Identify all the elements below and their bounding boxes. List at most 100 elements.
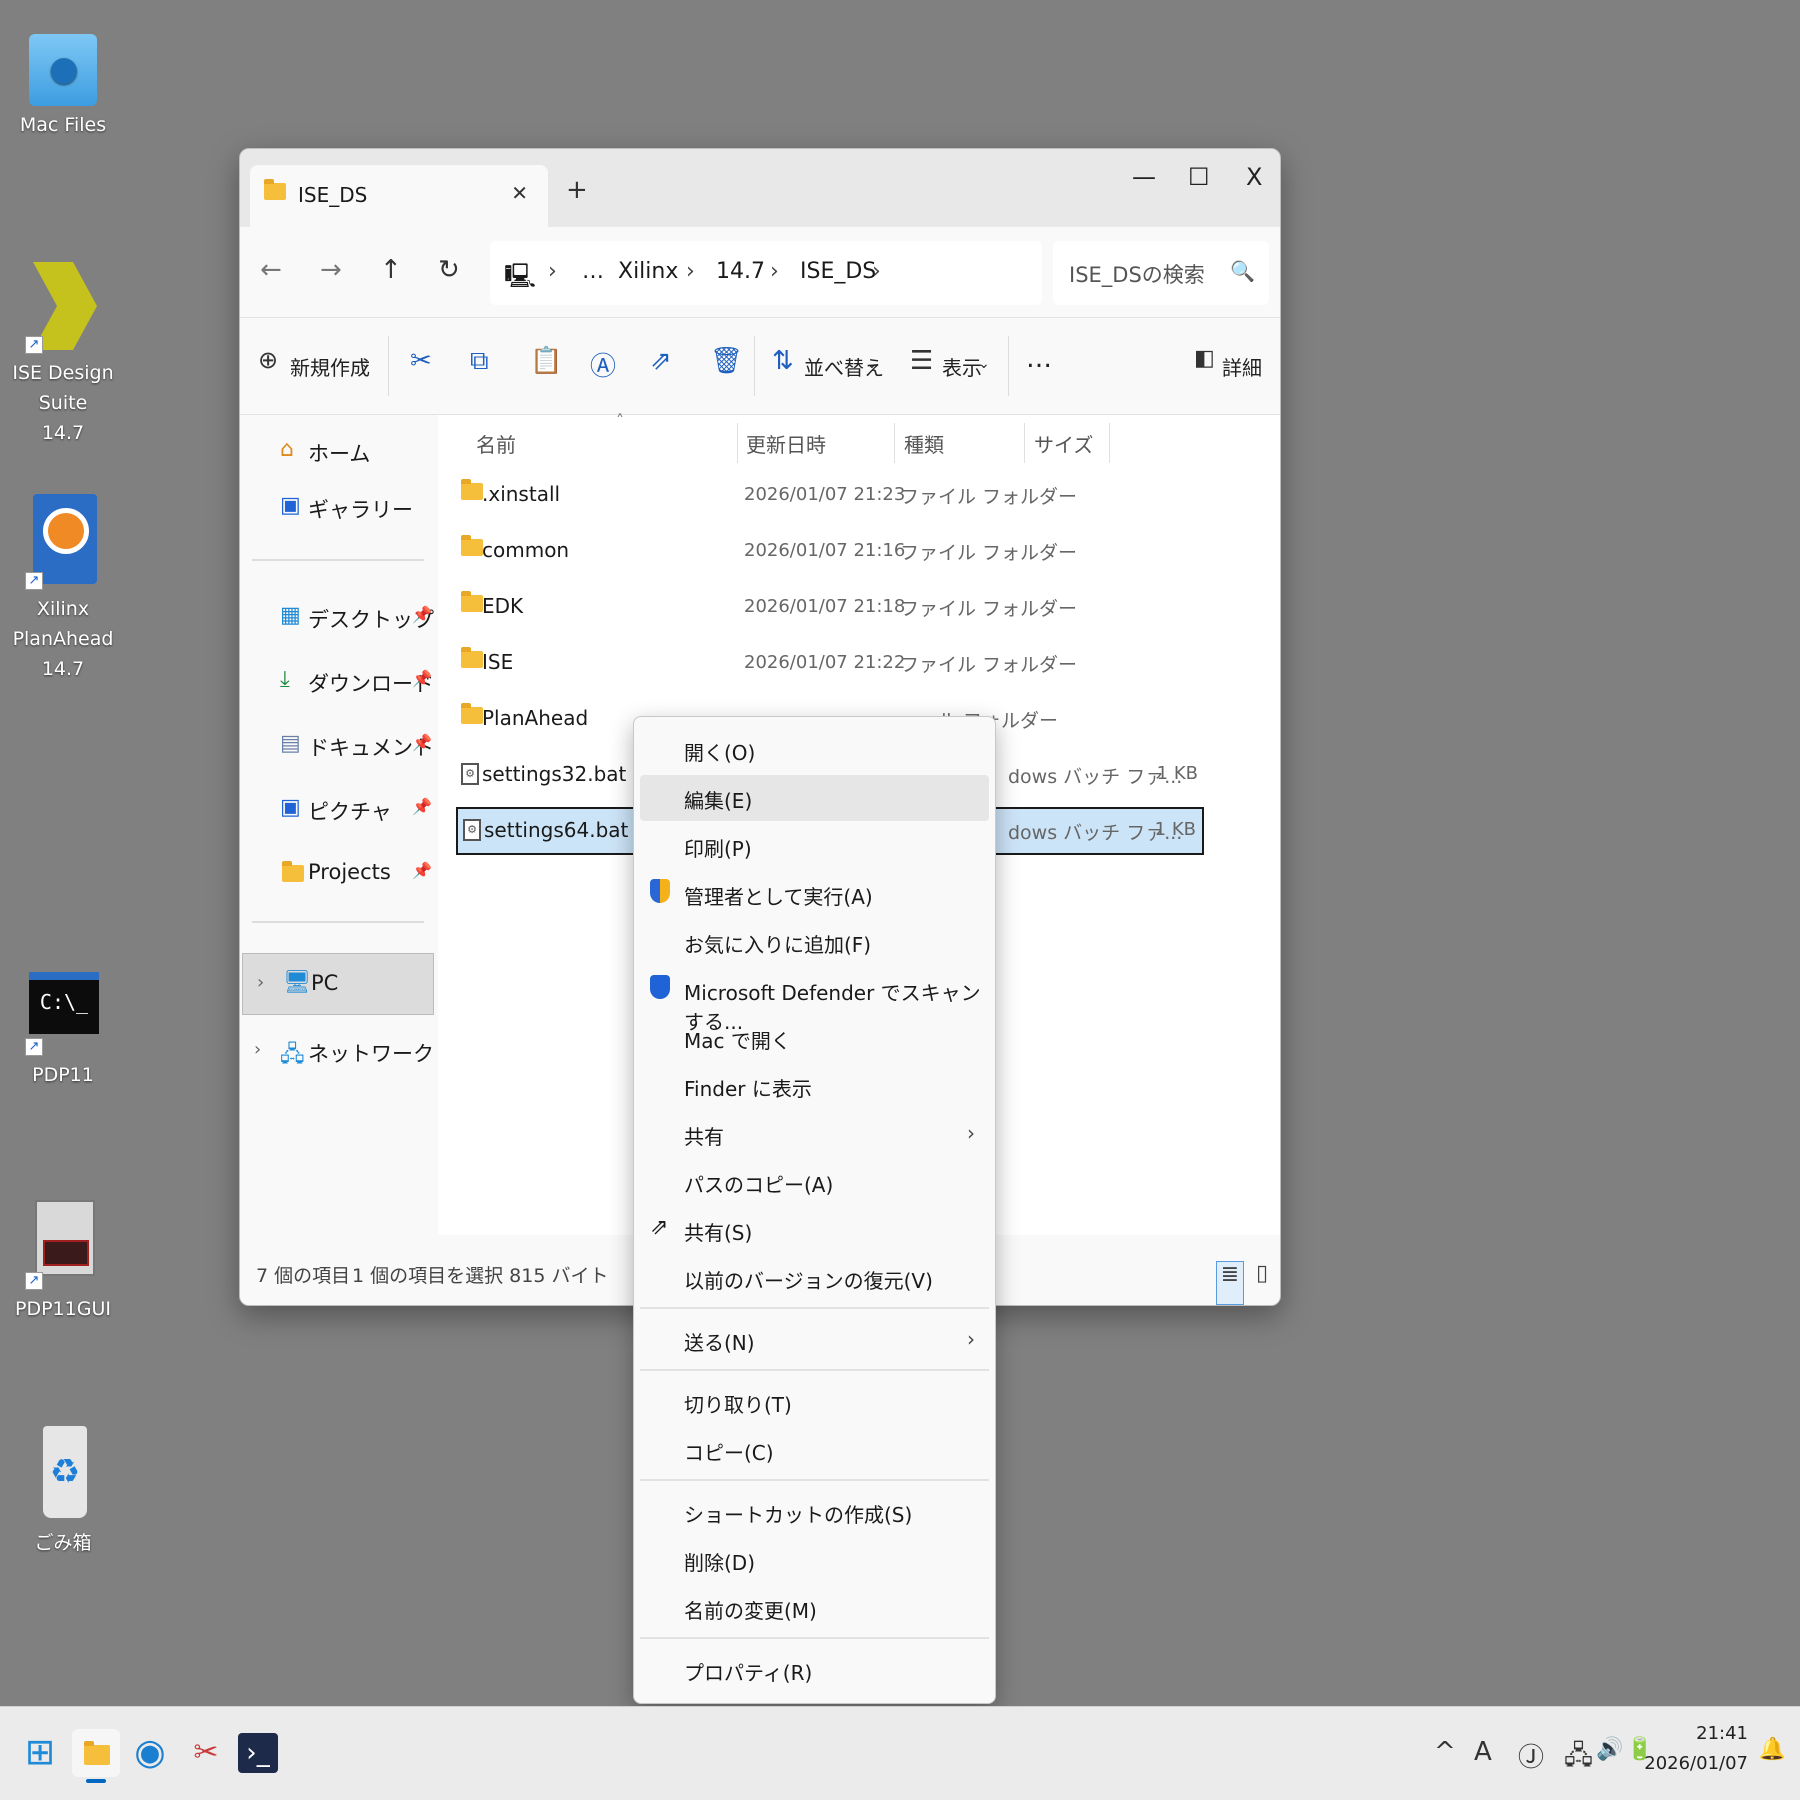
sidebar-item-downloads[interactable]: ⤓ ダウンロード 📌 [240,655,438,707]
table-row[interactable]: common 2026/01/07 21:16 ファイル フォルダー [456,527,1204,575]
breadcrumb-ise-ds[interactable]: ISE_DS [800,259,876,284]
up-arrow-icon[interactable]: ↑ [380,255,402,285]
network-icon: 🖧 [280,1042,305,1067]
cmd-icon: C:\_ ↗ [23,960,103,1056]
menu-item-delete[interactable]: 削除(D) [640,1537,989,1583]
chevron-right-icon[interactable]: › [254,1039,261,1060]
chevron-right-icon[interactable]: › [257,972,264,993]
breadcrumb-xilinx[interactable]: Xilinx [618,259,678,284]
close-button[interactable]: X [1246,163,1262,191]
sidebar-item-pictures[interactable]: ▣ ピクチャ 📌 [240,783,438,835]
forward-arrow-icon[interactable]: → [320,255,342,285]
more-options-button[interactable]: … [1026,344,1052,374]
pdp11gui-icon: ↗ [23,1190,103,1290]
view-button[interactable]: 表示 [942,352,982,381]
system-clock[interactable]: 21:41 2026/01/07 [1644,1719,1748,1779]
pin-icon[interactable]: 📌 [412,797,432,816]
menu-item-run-as-admin[interactable]: 管理者として実行(A) [640,871,989,917]
menu-item-restore-versions[interactable]: 以前のバージョンの復元(V) [640,1255,989,1301]
taskbar-file-explorer[interactable] [72,1729,120,1783]
table-row[interactable]: .xinstall 2026/01/07 21:23 ファイル フォルダー [456,471,1204,519]
refresh-icon[interactable]: ↻ [438,255,460,285]
chevron-down-icon: ⌄ [978,356,990,372]
sidebar-item-label: ギャラリー [308,498,413,522]
column-header-name[interactable]: 名前 [476,429,516,458]
menu-item-cut[interactable]: 切り取り(T) [640,1379,989,1425]
desktop-icon-pdp11[interactable]: C:\_ ↗ PDP11 [0,960,126,1090]
delete-icon[interactable]: 🗑 [710,346,743,376]
details-view-icon[interactable]: ≣ [1216,1261,1244,1305]
menu-item-copy-path[interactable]: パスのコピー(A) [640,1159,989,1205]
menu-item-open[interactable]: 開く(O) [640,727,989,773]
pin-icon[interactable]: 📌 [412,733,432,752]
network-icon[interactable]: 🖧 [1564,1737,1593,1781]
details-button[interactable]: 詳細 [1222,352,1262,381]
menu-item-add-favorite[interactable]: お気に入りに追加(F) [640,919,989,965]
menu-item-properties[interactable]: プロパティ(R) [640,1647,989,1693]
menu-item-create-shortcut[interactable]: ショートカットの作成(S) [640,1489,989,1535]
sidebar-item-gallery[interactable]: ▣ ギャラリー [240,481,438,533]
menu-item-open-on-mac[interactable]: Mac で開く [640,1015,989,1061]
share-icon: ⇗ [650,1215,669,1240]
details-pane-icon: ◧ [1194,346,1215,371]
table-row[interactable]: EDK 2026/01/07 21:18 ファイル フォルダー [456,583,1204,631]
show-hidden-icons-chevron[interactable]: ^ [1434,1737,1456,1767]
menu-item-defender-scan[interactable]: Microsoft Defender でスキャンする... [640,967,989,1034]
tab-close-icon[interactable]: ✕ [511,181,528,205]
minimize-button[interactable]: — [1132,163,1156,191]
menu-item-send-to[interactable]: 送る(N) › [640,1317,989,1363]
sidebar-item-desktop[interactable]: ▦ デスクトップ 📌 [240,591,438,643]
table-row[interactable]: ISE 2026/01/07 21:22 ファイル フォルダー [456,639,1204,687]
pin-icon[interactable]: 📌 [412,669,432,688]
notification-bell-icon[interactable]: 🔔 [1759,1737,1786,1762]
rename-icon[interactable]: Ⓐ [590,346,616,383]
powershell-icon[interactable]: ›_ [238,1733,278,1773]
navigation-pane: ⌂ ホーム ▣ ギャラリー ▦ デスクトップ 📌 ⤓ ダウンロード 📌 ▤ ドキ… [240,415,438,1235]
sidebar-item-pc[interactable]: › 🖥 PC [242,953,434,1015]
ime-indicator[interactable]: A [1474,1737,1492,1767]
menu-item-share-submenu[interactable]: 共有 › [640,1111,989,1157]
desktop-icon-recycle-bin[interactable]: ♻ ごみ箱 [0,1420,126,1558]
desktop-icon-pdp11gui[interactable]: ↗ PDP11GUI [0,1190,126,1324]
share-icon[interactable]: ⇗ [650,346,672,376]
menu-item-show-in-finder[interactable]: Finder に表示 [640,1063,989,1109]
new-tab-button[interactable]: + [566,175,588,205]
edge-browser-icon[interactable]: ◉ [126,1729,174,1777]
column-header-type[interactable]: 種類 [904,429,944,458]
paste-icon[interactable]: 📋 [530,346,562,376]
breadcrumb-14-7[interactable]: 14.7 [716,259,765,284]
tiles-view-icon[interactable]: ▯ [1248,1261,1276,1305]
cut-icon[interactable]: ✂ [410,346,432,376]
tab-ise-ds[interactable]: ISE_DS ✕ [250,165,548,227]
desktop-icon-ise-design-suite[interactable]: ↗ ISE Design Suite 14.7 [0,260,126,448]
documents-icon: ▤ [280,731,301,756]
sidebar-item-network[interactable]: › 🖧 ネットワーク [240,1025,438,1077]
desktop-icon-planahead[interactable]: ↗ Xilinx PlanAhead 14.7 [0,490,126,684]
sidebar-item-documents[interactable]: ▤ ドキュメント 📌 [240,719,438,771]
sidebar-item-home[interactable]: ⌂ ホーム [240,425,438,477]
ime-mode-icon[interactable]: Ⓙ [1518,1737,1544,1774]
pin-icon[interactable]: 📌 [412,861,432,880]
menu-item-rename[interactable]: 名前の変更(M) [640,1585,989,1631]
start-button[interactable]: ⊞ [16,1729,64,1777]
volume-icon[interactable]: 🔊 [1596,1737,1623,1762]
copy-icon[interactable]: ⧉ [470,346,489,377]
breadcrumb-overflow[interactable]: … [582,259,604,284]
menu-item-share[interactable]: ⇗ 共有(S) [640,1207,989,1253]
back-arrow-icon[interactable]: ← [260,255,282,285]
maximize-button[interactable]: ☐ [1188,163,1210,191]
desktop-icon-mac-files[interactable]: ● Mac Files [0,26,126,140]
column-header-size[interactable]: サイズ [1034,429,1093,458]
sidebar-item-projects[interactable]: Projects 📌 [240,847,438,899]
menu-item-print[interactable]: 印刷(P) [640,823,989,869]
menu-item-edit[interactable]: 編集(E) [640,775,989,821]
search-box[interactable]: ISE_DSの検索 🔍 [1053,241,1269,305]
new-button[interactable]: 新規作成 [290,352,370,381]
breadcrumb-separator[interactable]: › [872,259,881,284]
column-header-modified[interactable]: 更新日時 [746,429,826,458]
menu-item-copy[interactable]: コピー(C) [640,1427,989,1473]
pin-icon[interactable]: 📌 [412,605,432,624]
snipping-tool-icon[interactable]: ✂ [182,1729,230,1777]
mac-folder-icon: ● [23,26,103,106]
address-bar[interactable]: 🖳 › … Xilinx › 14.7 › ISE_DS › [490,241,1042,305]
